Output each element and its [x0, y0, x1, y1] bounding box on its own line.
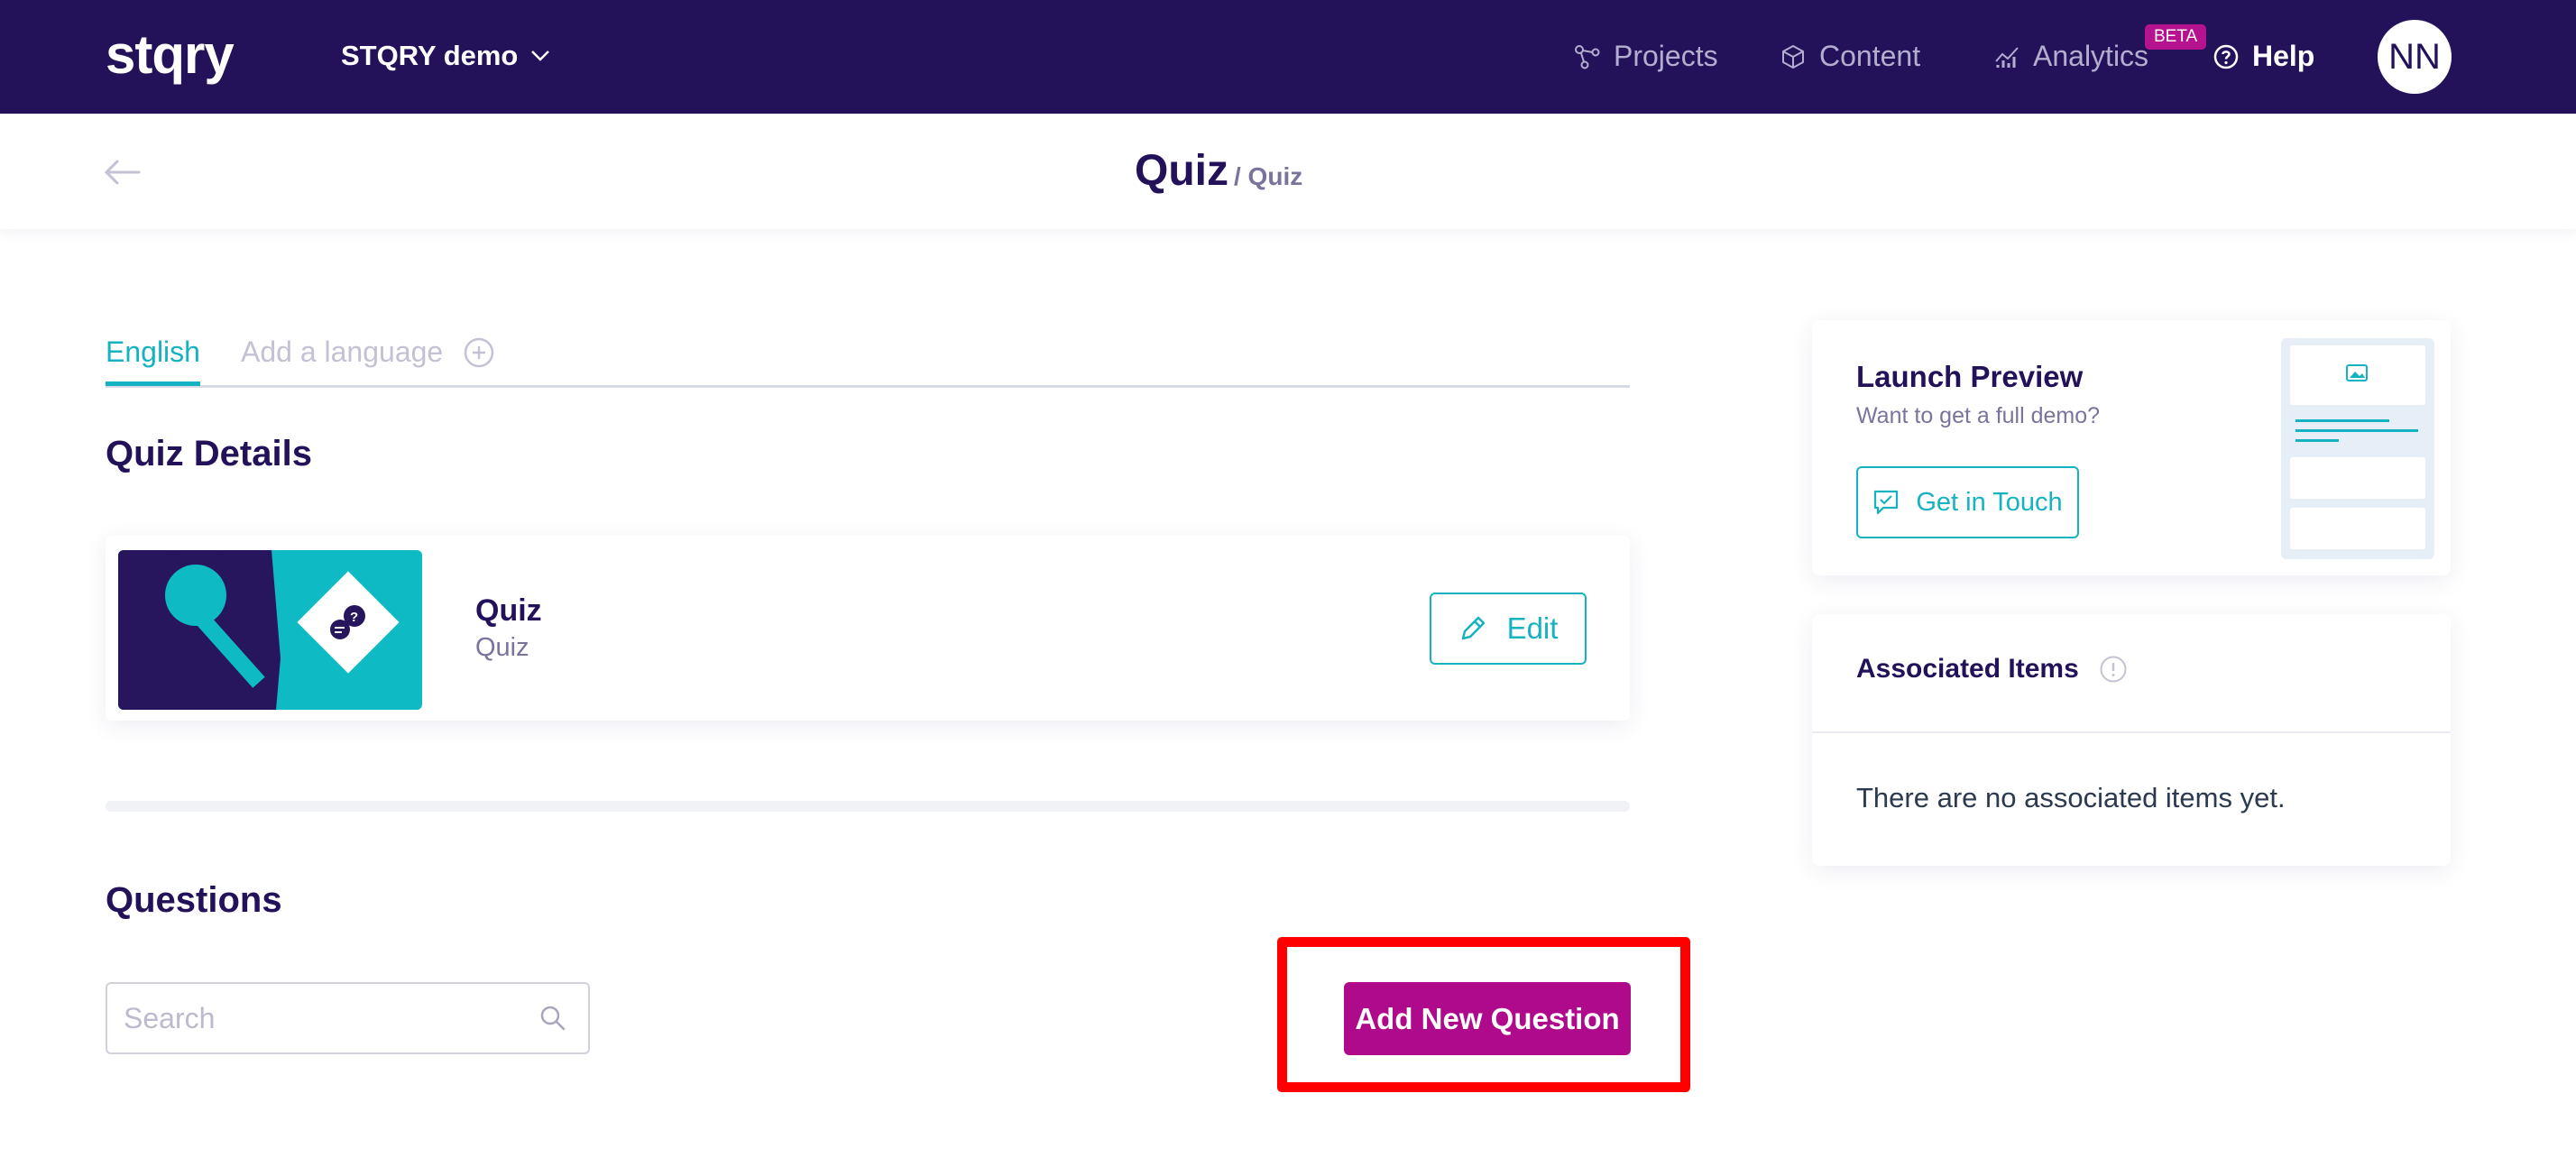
nav-content[interactable]: Content — [1780, 40, 1920, 73]
associated-items-title-text: Associated Items — [1856, 654, 2079, 684]
chevron-down-icon — [531, 51, 550, 61]
page-header: Quiz / Quiz — [0, 114, 2576, 229]
back-arrow-icon[interactable] — [103, 159, 141, 186]
nav-content-label: Content — [1819, 40, 1921, 72]
edit-button[interactable]: Edit — [1430, 593, 1587, 665]
language-tabs: English Add a language — [106, 335, 1630, 388]
quiz-item-type: Quiz — [475, 633, 529, 662]
nav-analytics[interactable]: Analytics — [1993, 40, 2148, 73]
user-avatar[interactable]: NN — [2378, 20, 2452, 94]
breadcrumb: / Quiz — [1234, 162, 1303, 190]
quiz-item-title: Quiz — [475, 593, 542, 628]
page-title: Quiz / Quiz — [1135, 146, 1302, 196]
associated-items-divider — [1812, 731, 2451, 733]
nav-help-label: Help — [2252, 40, 2315, 72]
nav-projects-label: Projects — [1614, 40, 1718, 72]
cube-icon — [1782, 44, 1804, 69]
svg-text:?: ? — [350, 610, 358, 625]
page-title-text: Quiz — [1135, 147, 1228, 195]
workspace-selector[interactable]: STQRY demo — [341, 40, 550, 72]
analytics-chart-icon — [1995, 46, 2019, 68]
quiz-details-heading: Quiz Details — [106, 434, 312, 473]
questions-heading: Questions — [106, 880, 282, 920]
question-search-box — [106, 982, 590, 1054]
workspace-name: STQRY demo — [341, 40, 519, 71]
add-language-label: Add a language — [241, 335, 444, 368]
tab-english[interactable]: English — [106, 335, 200, 386]
pencil-icon — [1461, 616, 1485, 640]
help-circle-icon — [2213, 44, 2239, 69]
associated-items-card: Associated Items There are no associated… — [1812, 614, 2451, 866]
nav-analytics-label: Analytics — [2033, 40, 2149, 72]
edit-button-label: Edit — [1506, 611, 1559, 645]
nav-help[interactable]: Help — [2213, 40, 2314, 73]
phone-mockup-illustration — [2281, 338, 2434, 559]
beta-badge: BETA — [2145, 24, 2207, 50]
quiz-magnifier-illustration: ? — [118, 550, 422, 710]
search-icon[interactable] — [539, 1005, 566, 1032]
info-icon[interactable] — [2099, 655, 2128, 684]
get-in-touch-label: Get in Touch — [1916, 487, 2063, 517]
section-divider — [106, 801, 1630, 812]
quiz-thumbnail: ? — [118, 550, 422, 710]
get-in-touch-button[interactable]: Get in Touch — [1856, 466, 2079, 538]
plus-circle-icon — [464, 337, 494, 367]
chat-check-icon — [1874, 490, 1899, 515]
quiz-item-card: ? Quiz Quiz Edit — [106, 536, 1630, 721]
launch-preview-card: Launch Preview Want to get a full demo? … — [1812, 320, 2451, 575]
launch-preview-subtitle: Want to get a full demo? — [1856, 403, 2101, 428]
search-input[interactable] — [124, 984, 520, 1052]
add-new-question-button[interactable]: Add New Question — [1344, 982, 1631, 1055]
stqry-logo[interactable]: stqry — [106, 23, 235, 86]
associated-items-title: Associated Items — [1856, 654, 2128, 685]
associated-items-empty-message: There are no associated items yet. — [1856, 782, 2286, 813]
tab-add-language[interactable]: Add a language — [241, 335, 495, 369]
launch-preview-title: Launch Preview — [1856, 360, 2084, 393]
nav-projects[interactable]: Projects — [1574, 40, 1718, 73]
projects-network-icon — [1575, 44, 1600, 69]
top-navigation-bar: stqry STQRY demo Projects Content Analyt… — [0, 0, 2576, 114]
